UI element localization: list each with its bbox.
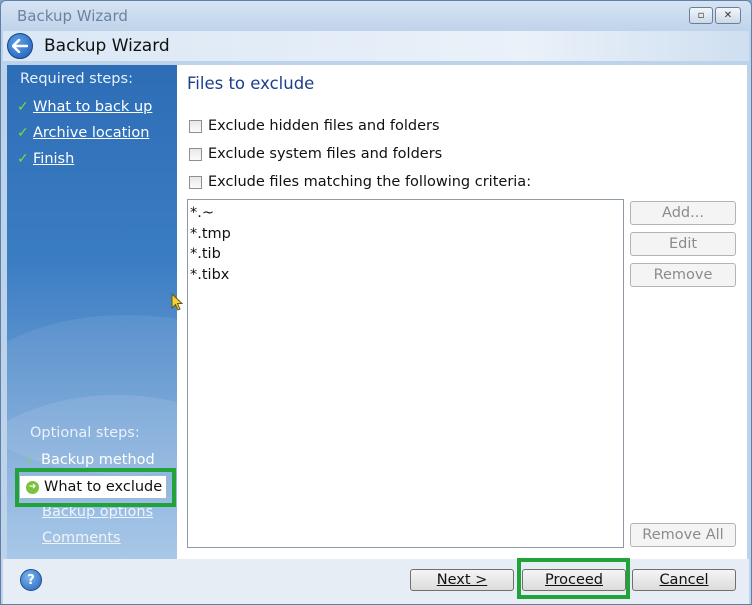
checkbox-box[interactable]: [189, 119, 202, 133]
sidebar-item-label: Archive location: [33, 125, 150, 141]
check-icon: ✓: [25, 453, 35, 467]
remove-button[interactable]: Remove: [630, 263, 736, 287]
back-icon[interactable]: [7, 33, 33, 59]
page-title: Backup Wizard: [44, 36, 170, 56]
wizard-footer: ? Next > Proceed Cancel: [3, 559, 749, 604]
title-bar: Backup Wizard ▫ ✕: [1, 1, 751, 31]
window-controls: ▫ ✕: [689, 7, 741, 24]
check-icon: ✓: [17, 99, 29, 115]
restore-button[interactable]: ▫: [689, 7, 713, 24]
close-icon: ✕: [723, 10, 733, 21]
sidebar-item-label: What to back up: [33, 99, 153, 115]
optional-steps-heading: Optional steps:: [30, 425, 140, 441]
cancel-button[interactable]: Cancel: [632, 569, 736, 591]
edit-button[interactable]: Edit: [630, 232, 736, 256]
remove-all-button[interactable]: Remove All: [630, 523, 736, 547]
exclude-criteria-checkbox[interactable]: Exclude files matching the following cri…: [189, 174, 531, 190]
highlight-box: [15, 468, 176, 507]
exclude-system-checkbox[interactable]: Exclude system files and folders: [189, 146, 442, 162]
cancel-button-label: Cancel: [659, 572, 709, 588]
sidebar-item-archive-location[interactable]: ✓ Archive location: [17, 125, 149, 141]
list-item[interactable]: *.tibx: [190, 265, 621, 286]
restore-icon: ▫: [697, 10, 705, 21]
window-title: Backup Wizard: [17, 7, 128, 25]
sidebar-item-backup-method[interactable]: ✓ Backup method: [25, 452, 155, 468]
backup-wizard-window: Backup Wizard ▫ ✕ Backup Wizard Required…: [0, 0, 752, 605]
mouse-cursor-icon: [171, 293, 183, 311]
next-button-label: Next >: [436, 572, 488, 588]
required-steps-heading: Required steps:: [20, 71, 133, 87]
criteria-list[interactable]: *.~ *.tmp *.tib *.tibx: [187, 199, 624, 548]
check-icon: ✓: [17, 125, 29, 141]
section-title: Files to exclude: [187, 74, 315, 93]
add-button[interactable]: Add...: [630, 201, 736, 225]
sidebar-item-label: Backup method: [41, 452, 155, 468]
sidebar-item-label: Finish: [33, 151, 75, 167]
checkbox-box[interactable]: [189, 175, 202, 189]
next-button[interactable]: Next >: [410, 569, 514, 591]
checkbox-label: Exclude files matching the following cri…: [208, 174, 532, 190]
checkbox-label: Exclude hidden files and folders: [208, 118, 440, 134]
checkbox-label: Exclude system files and folders: [208, 146, 443, 162]
header-bar: Backup Wizard: [3, 31, 749, 61]
checkbox-box[interactable]: [189, 147, 202, 161]
list-item[interactable]: *.tib: [190, 244, 621, 265]
sidebar-item-comments[interactable]: Comments: [42, 530, 121, 546]
sidebar-item-finish[interactable]: ✓ Finish: [17, 151, 74, 167]
main-panel: Files to exclude Exclude hidden files an…: [177, 65, 747, 559]
check-icon: ✓: [17, 151, 29, 167]
close-button[interactable]: ✕: [715, 7, 741, 24]
sidebar-item-what-to-back-up[interactable]: ✓ What to back up: [17, 99, 152, 115]
highlight-box: [517, 558, 630, 599]
exclude-hidden-checkbox[interactable]: Exclude hidden files and folders: [189, 118, 440, 134]
help-icon[interactable]: ?: [20, 569, 42, 591]
list-item[interactable]: *.~: [190, 203, 621, 224]
list-item[interactable]: *.tmp: [190, 224, 621, 245]
